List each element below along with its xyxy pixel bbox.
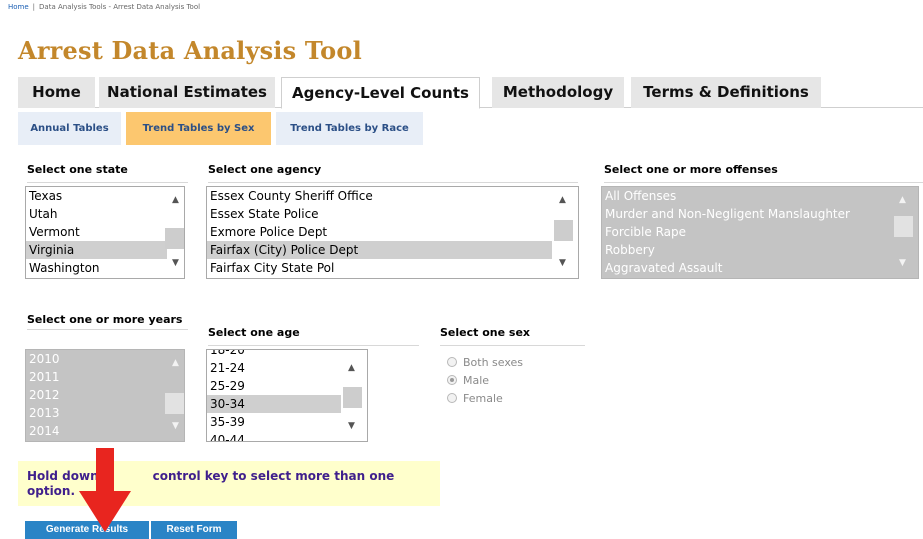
agency-option[interactable]: Essex County Sheriff Office	[207, 187, 578, 205]
scroll-down-icon: ▼	[899, 258, 906, 268]
radio-button[interactable]	[447, 393, 457, 403]
breadcrumb-current: Data Analysis Tools - Arrest Data Analys…	[39, 3, 201, 11]
tab-terms-definitions[interactable]: Terms & Definitions	[631, 77, 821, 108]
breadcrumb: Home | Data Analysis Tools - Arrest Data A…	[8, 3, 200, 11]
year-listbox: 2010 2011 2012 2013 2014 ▲ ▼	[25, 349, 185, 442]
agency-option-selected[interactable]: Fairfax (City) Police Dept	[207, 241, 578, 259]
age-scrollbar[interactable]: ▲ ▼	[341, 350, 367, 441]
offense-listbox: All Offenses Murder and Non-Negligent Ma…	[601, 186, 919, 279]
scroll-thumb[interactable]	[165, 228, 184, 249]
scroll-thumb	[165, 393, 184, 414]
scroll-thumb	[894, 216, 913, 237]
state-option[interactable]: Texas	[26, 187, 184, 205]
subtab-annual-tables[interactable]: Annual Tables	[18, 112, 121, 145]
subtab-trend-tables-by-race[interactable]: Trend Tables by Race	[276, 112, 423, 145]
tab-home[interactable]: Home	[18, 77, 95, 108]
radio-label: Male	[463, 374, 490, 387]
state-select-label: Select one state	[27, 163, 188, 183]
year-option: 2010	[29, 352, 60, 366]
scroll-up-icon[interactable]: ▲	[167, 192, 184, 209]
scroll-up-icon[interactable]: ▲	[343, 360, 360, 377]
scroll-thumb[interactable]	[554, 220, 573, 241]
state-option[interactable]: Vermont	[26, 223, 184, 241]
sex-select-label: Select one sex	[440, 326, 585, 346]
agency-option[interactable]: Exmore Police Dept	[207, 223, 578, 241]
radio-button-checked[interactable]	[447, 375, 457, 385]
radio-label: Female	[463, 392, 503, 405]
offense-option: Forcible Rape	[605, 225, 686, 239]
agency-scrollbar[interactable]: ▲ ▼	[552, 187, 578, 278]
tab-national-estimates[interactable]: National Estimates	[99, 77, 275, 108]
state-option[interactable]: Washington	[26, 259, 184, 277]
offense-option: Robbery	[605, 243, 655, 257]
radio-female[interactable]: Female	[447, 390, 523, 408]
radio-male[interactable]: Male	[447, 372, 523, 390]
offense-option: Aggravated Assault	[605, 261, 723, 275]
state-listbox[interactable]: Texas Utah Vermont Virginia Washington ▲…	[25, 186, 185, 279]
scroll-down-icon: ▼	[172, 421, 179, 431]
agency-option[interactable]: Essex State Police	[207, 205, 578, 223]
year-scrollbar: ▲ ▼	[165, 350, 184, 441]
age-listbox[interactable]: 18-20 21-24 25-29 30-34 35-39 40-44 ▲ ▼	[206, 349, 368, 442]
year-option: 2011	[29, 370, 60, 384]
breadcrumb-home-link[interactable]: Home	[8, 3, 29, 11]
age-select-label: Select one age	[208, 326, 419, 346]
year-option: 2013	[29, 406, 60, 420]
breadcrumb-separator: |	[32, 3, 36, 11]
radio-both-sexes[interactable]: Both sexes	[447, 354, 523, 372]
scroll-up-icon: ▲	[172, 358, 179, 368]
radio-button[interactable]	[447, 357, 457, 367]
agency-select-label: Select one agency	[208, 163, 578, 183]
red-arrow-icon	[79, 448, 131, 532]
sex-radio-group: Both sexes Male Female	[447, 354, 523, 408]
year-option: 2014	[29, 424, 60, 438]
scroll-up-icon: ▲	[899, 195, 906, 205]
state-scrollbar[interactable]: ▲ ▼	[165, 187, 184, 278]
tab-agency-level-counts[interactable]: Agency-Level Counts	[281, 77, 480, 109]
hint-text-end: control key to select more than one	[152, 469, 395, 483]
scroll-down-icon[interactable]: ▼	[343, 418, 360, 435]
scroll-up-icon[interactable]: ▲	[554, 192, 571, 209]
agency-option[interactable]: Fairfax City State Pol	[207, 259, 578, 277]
scroll-down-icon[interactable]: ▼	[167, 255, 184, 272]
year-option: 2012	[29, 388, 60, 402]
page-title: Arrest Data Analysis Tool	[18, 36, 362, 65]
scroll-down-icon[interactable]: ▼	[554, 255, 571, 272]
offense-option: All Offenses	[605, 189, 677, 203]
subtab-trend-tables-by-sex[interactable]: Trend Tables by Sex	[126, 112, 271, 145]
offense-scrollbar: ▲ ▼	[892, 187, 918, 278]
offense-select-label: Select one or more offenses	[604, 163, 923, 183]
scroll-thumb[interactable]	[343, 387, 362, 408]
reset-form-button[interactable]: Reset Form	[151, 521, 237, 539]
year-select-label: Select one or more years	[27, 313, 188, 330]
offense-option: Murder and Non-Negligent Manslaughter	[605, 207, 850, 221]
radio-label: Both sexes	[463, 356, 524, 369]
main-tab-bar: Home National Estimates Agency-Level Cou…	[18, 77, 923, 109]
state-option[interactable]: Utah	[26, 205, 184, 223]
agency-listbox[interactable]: Essex County Sheriff Office Essex State …	[206, 186, 579, 279]
tab-methodology[interactable]: Methodology	[492, 77, 624, 108]
state-option-selected[interactable]: Virginia	[26, 241, 184, 259]
